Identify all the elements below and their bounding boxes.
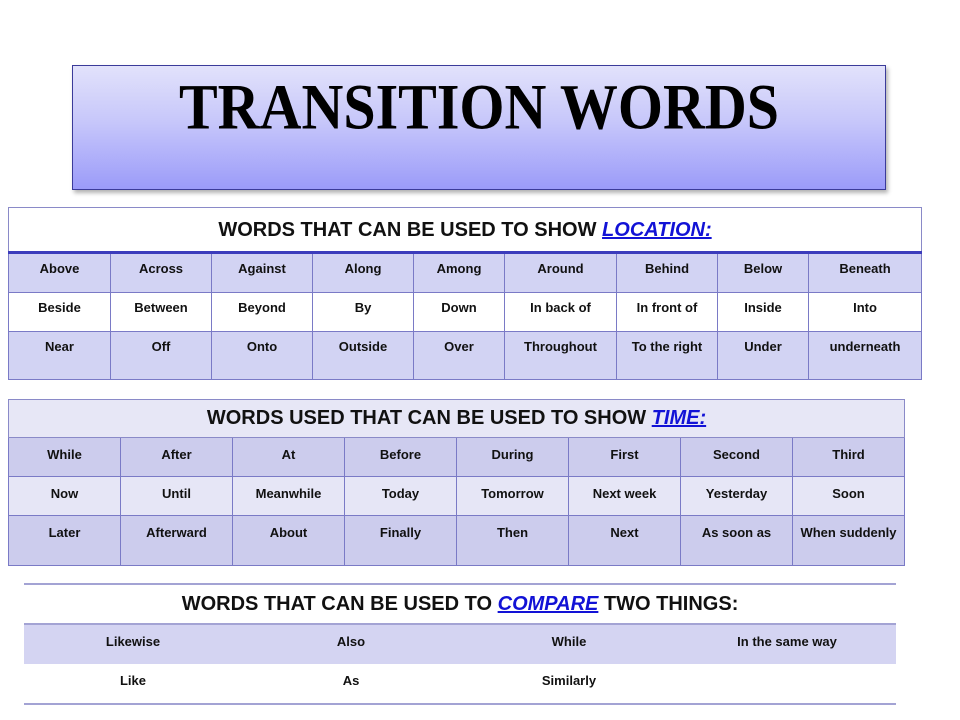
word-cell: Yesterday <box>680 476 793 516</box>
word-cell: Behind <box>616 252 718 293</box>
word-cell: Around <box>504 252 617 293</box>
word-cell: While <box>460 624 678 664</box>
word-cell: Beyond <box>211 292 313 332</box>
word-cell: Third <box>791 437 906 477</box>
word-cell: Among <box>413 252 505 293</box>
word-cell: Onto <box>211 331 313 380</box>
compare-keyword: COMPARE <box>497 592 599 615</box>
location-heading: WORDS THAT CAN BE USED TO SHOW LOCATION: <box>7 207 923 254</box>
word-cell: Throughout <box>504 331 617 380</box>
word-cell: Between <box>110 292 212 332</box>
word-cell: Over <box>413 331 505 380</box>
word-cell: Then <box>456 515 569 566</box>
word-cell: Below <box>717 252 809 293</box>
word-cell: Until <box>120 476 233 516</box>
word-cell: Under <box>717 331 809 380</box>
word-cell: Now <box>8 476 121 516</box>
word-cell: Outside <box>312 331 414 380</box>
compare-heading: WORDS THAT CAN BE USED TO COMPARE TWO TH… <box>24 584 897 625</box>
table-row: Now Until Meanwhile Today Tomorrow Next week Y… <box>8 476 906 516</box>
word-cell: Soon <box>791 476 906 516</box>
word-cell: Likewise <box>24 624 242 664</box>
word-cell: As soon as <box>680 515 793 566</box>
location-table: WORDS THAT CAN BE USED TO SHOW LOCATION:… <box>7 207 923 380</box>
word-cell: At <box>232 437 345 477</box>
word-cell: Tomorrow <box>456 476 569 516</box>
time-heading: WORDS USED THAT CAN BE USED TO SHOW TIME… <box>7 399 906 438</box>
word-cell: Above <box>8 252 111 293</box>
table-row: Likewise Also While In the same way <box>24 624 897 664</box>
table-row: Like As Similarly <box>24 664 897 704</box>
word-cell: Afterward <box>120 515 233 566</box>
word-cell: In the same way <box>678 624 897 664</box>
word-cell: To the right <box>616 331 718 380</box>
table-row: Near Off Onto Outside Over Throughout To the r… <box>8 331 923 380</box>
table-row: Later Afterward About Finally Then Next As soo… <box>8 515 906 566</box>
word-cell: Down <box>413 292 505 332</box>
word-cell: Inside <box>717 292 809 332</box>
word-cell: When suddenly <box>791 515 906 566</box>
word-cell: Second <box>680 437 793 477</box>
word-cell: Beneath <box>807 252 923 293</box>
word-cell: While <box>8 437 121 477</box>
title-banner: TRANSITION WORDS <box>72 65 886 190</box>
word-cell: Like <box>24 664 242 704</box>
word-cell: Along <box>312 252 414 293</box>
word-cell: Meanwhile <box>232 476 345 516</box>
word-cell: Against <box>211 252 313 293</box>
word-cell: By <box>312 292 414 332</box>
word-cell: About <box>232 515 345 566</box>
time-table: WORDS USED THAT CAN BE USED TO SHOW TIME… <box>7 399 906 566</box>
word-cell: Similarly <box>460 664 678 704</box>
table-row: While After At Before During First Second Third <box>8 437 906 477</box>
table-row: Above Across Against Along Among Around Behind… <box>8 252 923 293</box>
word-cell: Off <box>110 331 212 380</box>
word-cell: After <box>120 437 233 477</box>
word-cell: Across <box>110 252 212 293</box>
word-cell: Near <box>8 331 111 380</box>
word-cell: As <box>242 664 460 704</box>
word-cell: In back of <box>504 292 617 332</box>
word-cell: Also <box>242 624 460 664</box>
location-keyword: LOCATION: <box>602 219 712 241</box>
word-cell: underneath <box>807 331 923 380</box>
table-row: Beside Between Beyond By Down In back of In fr… <box>8 292 923 332</box>
word-cell: Later <box>8 515 121 566</box>
word-cell: Into <box>807 292 923 332</box>
word-cell: In front of <box>616 292 718 332</box>
word-cell: Next <box>568 515 681 566</box>
word-cell: Today <box>344 476 457 516</box>
time-keyword: TIME: <box>651 407 707 429</box>
word-cell: Beside <box>8 292 111 332</box>
word-cell: Finally <box>344 515 457 566</box>
word-cell: During <box>456 437 569 477</box>
word-cell: Before <box>344 437 457 477</box>
page-title: TRANSITION WORDS <box>178 70 780 143</box>
compare-table: WORDS THAT CAN BE USED TO COMPARE TWO TH… <box>24 583 897 705</box>
word-cell: Next week <box>568 476 681 516</box>
word-cell: First <box>568 437 681 477</box>
word-cell <box>678 664 897 704</box>
